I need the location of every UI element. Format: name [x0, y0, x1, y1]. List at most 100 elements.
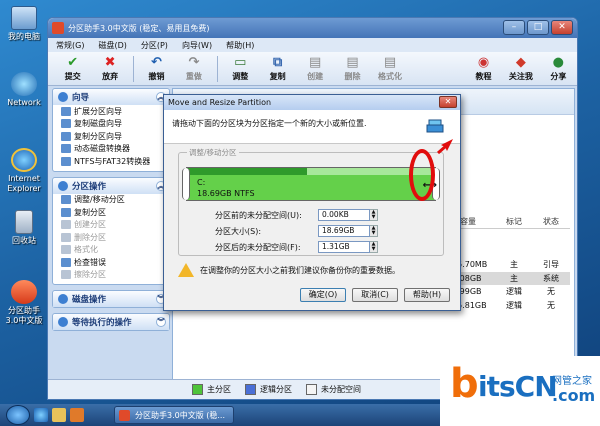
pending-ops-header[interactable]: 等待执行的操作 ︾ — [53, 314, 169, 330]
menu-partition[interactable]: 分区(P) — [141, 40, 168, 51]
wizard-item-copy-partition[interactable]: 复制分区向导 — [53, 130, 169, 143]
table-spacer — [452, 229, 570, 258]
op-wipe-partition[interactable]: 擦除分区 — [53, 269, 169, 282]
dialog-close-button[interactable]: ✕ — [439, 96, 457, 108]
disk-ops-header[interactable]: 磁盘操作 ︾ — [53, 291, 169, 307]
item-label: 创建分区 — [74, 220, 106, 230]
copy-button[interactable]: ⧉ 复制 — [259, 55, 296, 82]
convert-icon — [61, 156, 71, 166]
partition-size-input[interactable]: 18.69GB — [318, 225, 370, 237]
used-space-strip — [187, 168, 307, 175]
menu-wizard[interactable]: 向导(W) — [182, 40, 212, 51]
expand-icon[interactable]: ︾ — [156, 317, 166, 327]
resize-button[interactable]: ▭ 调整 — [222, 55, 259, 82]
menu-disk[interactable]: 磁盘(D) — [98, 40, 126, 51]
item-label: 调整/移动分区 — [74, 195, 125, 205]
item-label: 检查错误 — [74, 257, 106, 267]
legend-unallocated: 未分配空间 — [306, 384, 361, 395]
copy-disk-icon — [61, 119, 71, 129]
follow-button[interactable]: ◆ 关注我 — [502, 55, 539, 82]
maximize-button[interactable]: □ — [527, 20, 549, 35]
wizard-item-copy-disk[interactable]: 复制磁盘向导 — [53, 118, 169, 131]
op-resize-move[interactable]: 调整/移动分区 — [53, 194, 169, 207]
item-label: 删除分区 — [74, 232, 106, 242]
wizard-item-extend[interactable]: 扩展分区向导 — [53, 105, 169, 118]
wizard-item-ntfs-fat32[interactable]: NTFS与FAT32转换器 — [53, 155, 169, 168]
check-errors-icon — [61, 257, 71, 267]
ok-button[interactable]: 确定(O) — [300, 288, 346, 302]
disk-ops-panel: 磁盘操作 ︾ — [52, 290, 170, 308]
watermark-b: b — [450, 361, 479, 407]
share-icon: ● — [552, 55, 565, 70]
menu-help[interactable]: 帮助(H) — [226, 40, 254, 51]
unallocated-after-input[interactable]: 1.31GB — [318, 241, 370, 253]
table-row[interactable]: 75.70MB 主引导 — [452, 258, 570, 272]
menu-general[interactable]: 常规(G) — [56, 40, 84, 51]
table-row[interactable]: 15.81GB 逻辑无 — [452, 299, 570, 313]
legend-primary: 主分区 — [192, 384, 231, 395]
dialog-titlebar[interactable]: Move and Resize Partition ✕ — [164, 95, 460, 110]
create-button[interactable]: ▤ 创建 — [296, 55, 333, 82]
desktop-icon-ie[interactable]: Internet Explorer — [2, 148, 46, 194]
column-header[interactable]: 标记 — [496, 216, 532, 228]
extend-partition-icon — [61, 106, 71, 116]
partition-ops-header[interactable]: 分区操作 ︽ — [53, 177, 169, 194]
op-check-errors[interactable]: 检查错误 — [53, 256, 169, 269]
partition-block[interactable]: C: 18.69GB NTFS ⟷ — [182, 167, 440, 201]
tutorial-icon: ◉ — [477, 55, 490, 70]
left-resize-handle[interactable] — [182, 168, 190, 200]
resize-partition-dialog: Move and Resize Partition ✕ 请拖动下面的分区块为分区… — [163, 94, 461, 311]
spinner-button[interactable]: ▲ ▼ — [370, 209, 378, 221]
cancel-button[interactable]: 取消(C) — [352, 288, 398, 302]
desktop-icon-computer[interactable]: 我的电脑 — [2, 6, 46, 42]
op-format[interactable]: 格式化 — [53, 244, 169, 257]
tutorial-button[interactable]: ◉ 教程 — [465, 55, 502, 82]
column-header[interactable]: 状态 — [532, 216, 570, 228]
toolbar-label: 删除 — [344, 72, 361, 81]
undo-button[interactable]: ↶ 撤销 — [138, 55, 175, 82]
desktop-icon-network[interactable]: Network — [2, 72, 46, 108]
item-label: 擦除分区 — [74, 270, 106, 280]
item-label: NTFS与FAT32转换器 — [74, 156, 151, 166]
desktop-icon-label: Network — [7, 98, 41, 107]
spinner-button[interactable]: ▲ ▼ — [370, 225, 378, 237]
watermark-site-name: 网管之家 — [552, 376, 592, 387]
field-before: 分区前的未分配空间(U): 0.00KB ▲ ▼ — [215, 209, 378, 221]
redo-button[interactable]: ↷ 重做 — [175, 55, 212, 82]
op-delete-partition[interactable]: 删除分区 — [53, 231, 169, 244]
format-icon: ▤ — [383, 55, 397, 70]
explorer-quicklaunch-icon[interactable] — [52, 408, 66, 422]
spinner-button[interactable]: ▲ ▼ — [370, 241, 378, 253]
discard-button[interactable]: ✖ 放弃 — [91, 55, 128, 82]
start-button[interactable] — [6, 405, 30, 425]
commit-button[interactable]: ✔ 提交 — [54, 55, 91, 82]
delete-button[interactable]: ▤ 删除 — [334, 55, 371, 82]
format-button[interactable]: ▤ 格式化 — [371, 55, 408, 82]
close-button[interactable]: ✕ — [551, 20, 573, 35]
wizard-item-dynamic-disk[interactable]: 动态磁盘转换器 — [53, 143, 169, 156]
partition-drive-letter: C: — [197, 178, 206, 187]
table-row-selected[interactable]: 8.08GB 主系统 — [452, 271, 570, 285]
window-titlebar[interactable]: 分区助手3.0中文版 (稳定、易用且免费) – □ ✕ — [48, 18, 577, 38]
legend-swatch — [306, 384, 317, 395]
toolbar: ✔ 提交 ✖ 放弃 ↶ 撤销 ↷ 重做 ▭ 调整 ⧉ 复制 ▤ 创建 ▤ 删除 ▤ 格式化 ◉ 教程… — [48, 52, 577, 86]
share-button[interactable]: ● 分享 — [540, 55, 577, 82]
toolbar-label: 重做 — [185, 72, 202, 81]
watermark-brand: itsCN — [478, 370, 558, 403]
ie-quicklaunch-icon[interactable] — [34, 408, 48, 422]
taskbar-app-button[interactable]: 分区助手3.0中文版 (稳... — [114, 406, 234, 424]
toolbar-label: 创建 — [307, 72, 324, 81]
help-button[interactable]: 帮助(H) — [404, 288, 450, 302]
op-create-partition[interactable]: 创建分区 — [53, 219, 169, 232]
unallocated-before-input[interactable]: 0.00KB — [318, 209, 370, 221]
desktop-icon-label: 分区助手3.0中文版 — [5, 306, 43, 325]
desktop-icon-recycle-bin[interactable]: 回收站 — [2, 210, 46, 246]
op-copy-partition[interactable]: 复制分区 — [53, 206, 169, 219]
wizard-panel-header[interactable]: 向导 ︽ — [53, 89, 169, 105]
media-quicklaunch-icon[interactable] — [70, 408, 84, 422]
computer-icon — [11, 6, 37, 30]
desktop-icon-partition-assistant[interactable]: 分区助手3.0中文版 — [2, 280, 46, 326]
table-cell: 无 — [547, 287, 555, 297]
table-row[interactable]: 4.99GB 逻辑无 — [452, 285, 570, 299]
minimize-button[interactable]: – — [503, 20, 525, 35]
